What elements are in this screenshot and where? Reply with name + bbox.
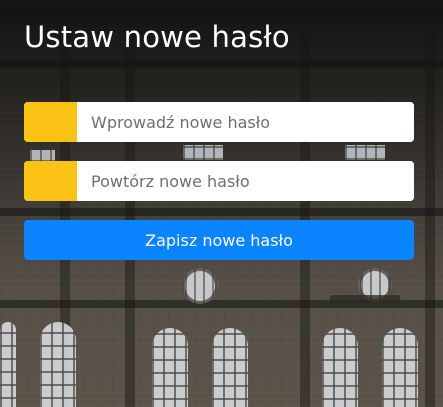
new-password-field [24, 102, 414, 142]
save-new-password-button[interactable]: Zapisz nowe hasło [24, 220, 414, 260]
background-image [0, 0, 443, 407]
repeat-password-accent [24, 161, 77, 201]
repeat-password-input[interactable] [77, 161, 414, 201]
new-password-input[interactable] [77, 102, 414, 142]
page-title: Ustaw nowe hasło [24, 20, 290, 54]
new-password-accent [24, 102, 77, 142]
repeat-password-field [24, 161, 414, 201]
